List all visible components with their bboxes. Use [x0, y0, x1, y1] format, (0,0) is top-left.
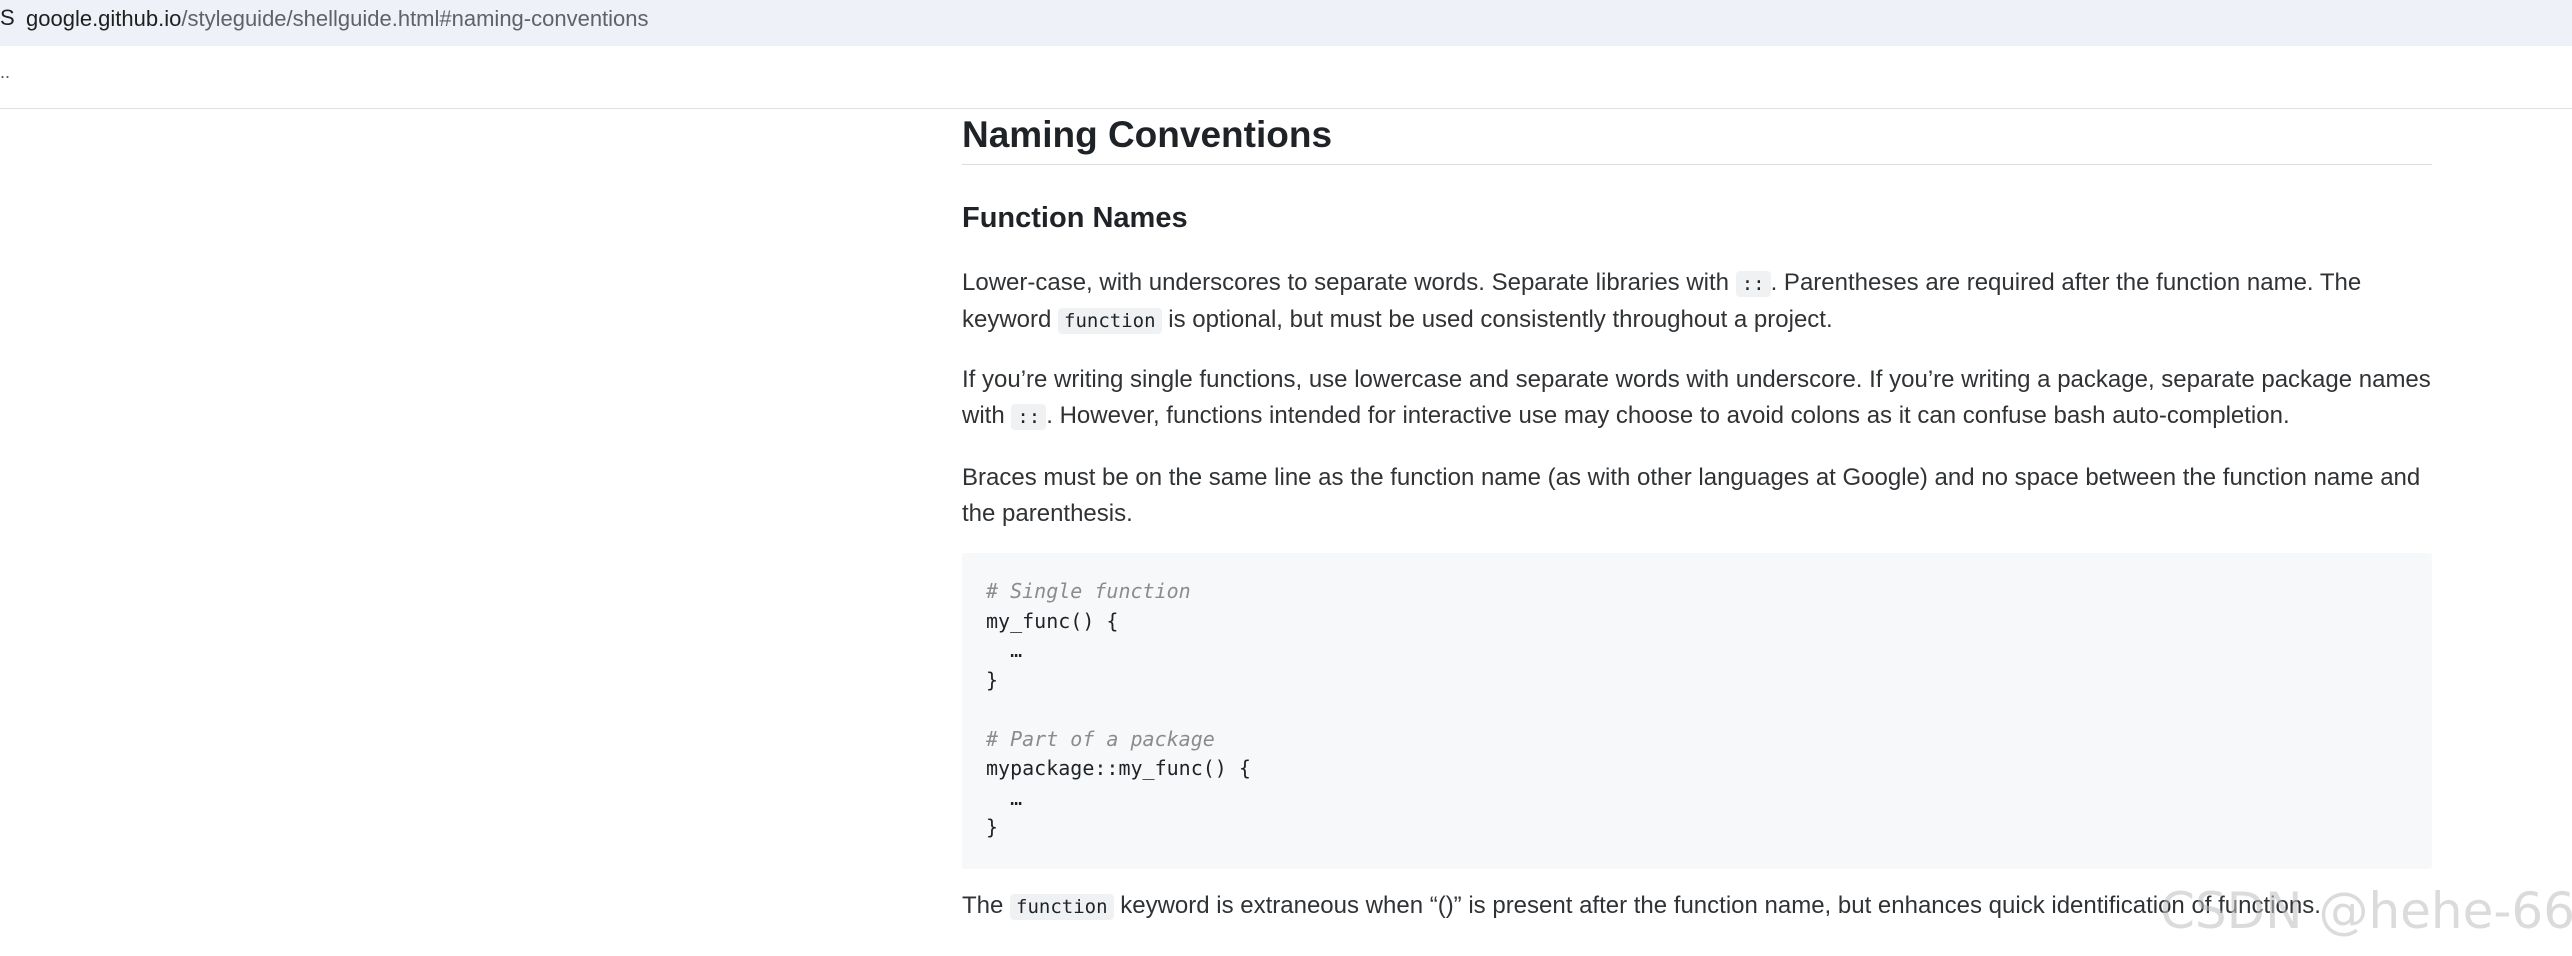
paragraph-single-functions: If you’re writing single functions, use …	[962, 362, 2432, 435]
address-bar[interactable]: S google.github.io/styleguide/shellguide…	[0, 0, 2572, 46]
url-path: /styleguide/shellguide.html#naming-conve…	[181, 6, 649, 31]
p1-text-3: is optional, but must be used consistent…	[1161, 306, 1833, 333]
inline-code-function-2: function	[1010, 894, 1114, 920]
inline-code-colons-2: ::	[1011, 404, 1047, 430]
p1-text-1: Lower-case, with underscores to separate…	[962, 269, 1736, 296]
url-text[interactable]: google.github.io/styleguide/shellguide.h…	[26, 6, 649, 32]
inline-code-colons: ::	[1735, 271, 1771, 297]
code-line: }	[986, 815, 999, 839]
subsection-title: Function Names	[962, 202, 1188, 234]
code-line: my_func() {	[986, 608, 1119, 633]
p4-text-1: The	[962, 892, 1011, 919]
paragraph-naming-rules: Lower-case, with underscores to separate…	[962, 265, 2432, 339]
code-line: # Part of a package	[986, 726, 1215, 751]
code-line: mypackage::my_func() {	[986, 756, 1251, 780]
inline-code-function: function	[1058, 308, 1162, 334]
paragraph-braces: Braces must be on the same line as the f…	[962, 464, 2421, 527]
p2-text-2: . However, functions intended for intera…	[1046, 402, 2290, 429]
code-line: }	[986, 667, 999, 692]
url-host: google.github.io	[26, 6, 182, 31]
bookmarks-bar: ..	[0, 46, 2572, 109]
p4-text-2: keyword is extraneous when “()” is prese…	[1113, 892, 2321, 919]
site-info-icon[interactable]: S	[0, 5, 15, 31]
paragraph-function-keyword: The function keyword is extraneous when …	[962, 888, 2432, 925]
code-line: # Single function	[986, 579, 1191, 603]
code-line: …	[986, 638, 1023, 662]
code-block: # Single function my_func() { …} # Part of…	[962, 553, 2432, 869]
title-divider	[962, 164, 2432, 165]
bookmarks-overflow[interactable]: ..	[0, 62, 10, 83]
code-line: …	[986, 785, 1023, 810]
code-pre: # Single function my_func() { …} # Part of…	[986, 577, 1251, 843]
section-title: Naming Conventions	[962, 114, 1333, 155]
